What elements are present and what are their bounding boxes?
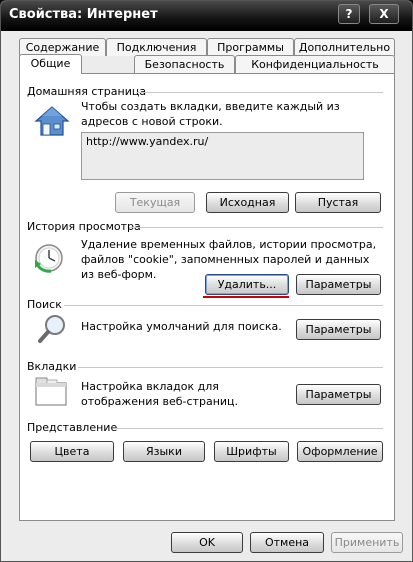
home-icon	[34, 106, 70, 136]
history-clock-icon	[35, 244, 63, 273]
help-button[interactable]: ?	[338, 4, 360, 24]
delete-history-button[interactable]: Удалить...	[205, 274, 289, 295]
search-group-label: Поиск	[27, 298, 62, 311]
divider	[64, 305, 383, 306]
highlight-underline	[203, 296, 289, 298]
history-group-label: История просмотра	[27, 220, 141, 233]
tab-programs[interactable]: Программы	[207, 38, 294, 56]
divider	[113, 428, 383, 429]
tab-general[interactable]: Общие	[19, 54, 82, 74]
fonts-button[interactable]: Шрифты	[214, 441, 289, 462]
accessibility-button[interactable]: Оформление	[297, 441, 383, 462]
apply-button[interactable]: Применить	[331, 532, 403, 553]
appearance-group-label: Представление	[27, 421, 118, 434]
divider	[129, 227, 383, 228]
tab-security[interactable]: Безопасность	[134, 55, 235, 73]
home-page-group-label: Домашняя страница	[27, 85, 147, 98]
use-current-button[interactable]: Текущая	[115, 192, 195, 213]
tabs-window-icon	[35, 377, 67, 406]
history-settings-button[interactable]: Параметры	[296, 274, 381, 295]
divider	[136, 92, 383, 93]
internet-options-dialog: Свойства: Интернет ? X Содержание Подклю…	[0, 0, 413, 562]
cancel-button[interactable]: Отмена	[250, 532, 324, 553]
colors-button[interactable]: Цвета	[30, 441, 114, 462]
tab-connections[interactable]: Подключения	[106, 38, 207, 56]
use-blank-button[interactable]: Пустая	[295, 192, 381, 213]
home-description: Чтобы создать вкладки, введите каждый из…	[81, 100, 340, 128]
close-button[interactable]: X	[369, 4, 399, 24]
tab-privacy[interactable]: Конфиденциальность	[235, 55, 395, 73]
title-bar[interactable]: Свойства: Интернет ? X	[1, 1, 412, 31]
home-page-url-field[interactable]: http://www.yandex.ru/	[81, 132, 364, 180]
ok-button[interactable]: OK	[171, 532, 243, 553]
search-settings-button[interactable]: Параметры	[296, 319, 381, 340]
use-default-button[interactable]: Исходная	[206, 192, 289, 213]
search-description: Настройка умолчаний для поиска.	[81, 320, 282, 333]
tabs-settings-button[interactable]: Параметры	[296, 384, 381, 405]
divider	[78, 367, 383, 368]
tab-advanced[interactable]: Дополнительно	[294, 38, 395, 56]
tabs-description: Настройка вкладок для отображения веб-ст…	[81, 380, 239, 408]
magnifier-icon	[38, 315, 65, 343]
tabs-group-label: Вкладки	[27, 360, 77, 373]
languages-button[interactable]: Языки	[123, 441, 205, 462]
window-title: Свойства: Интернет	[9, 7, 158, 22]
